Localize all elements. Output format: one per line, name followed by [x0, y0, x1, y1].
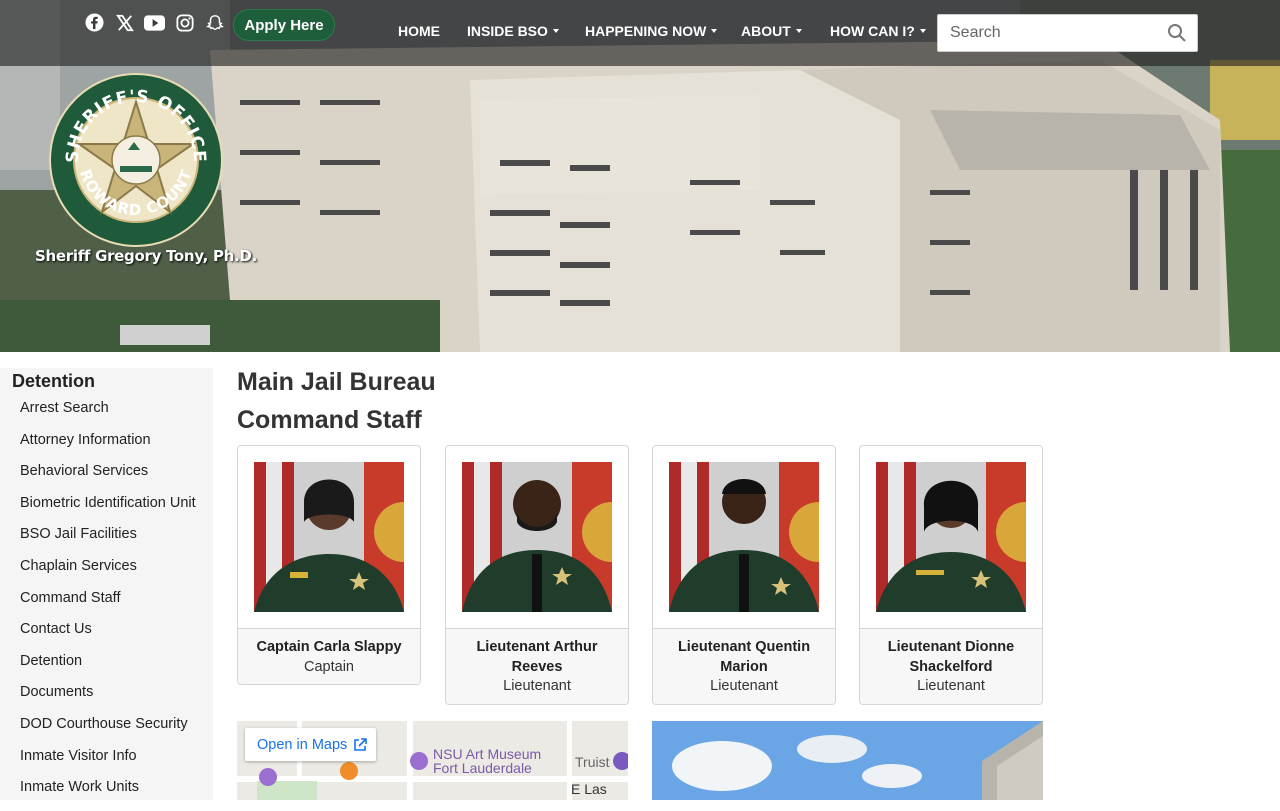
hero-banner: Apply Here HOME INSIDE BSO HAPPENING NOW…: [0, 0, 1280, 352]
staff-caption: Lieutenant Arthur Reeves Lieutenant: [446, 628, 628, 704]
staff-card[interactable]: Lieutenant Quentin Marion Lieutenant: [652, 445, 836, 705]
nav-about[interactable]: ABOUT: [741, 23, 802, 39]
facebook-icon[interactable]: [84, 12, 105, 33]
sidebar-item-bso-jail-facilities[interactable]: BSO Jail Facilities: [20, 526, 196, 558]
x-icon[interactable]: [114, 12, 135, 33]
map-label: Truist: [575, 754, 610, 770]
staff-name: Lieutenant Quentin Marion: [677, 639, 811, 675]
staff-rank: Lieutenant: [917, 678, 985, 694]
sidebar-item-detention[interactable]: Detention: [20, 653, 196, 685]
sheriff-badge-logo[interactable]: SHERIFF'S OFFICE BROWARD COUNTY: [48, 72, 224, 248]
sidebar-item-inmate-work-units[interactable]: Inmate Work Units: [20, 779, 196, 811]
caret-down-icon: [919, 29, 926, 33]
building-photo: [652, 721, 1043, 800]
staff-photo: [669, 462, 819, 612]
staff-card[interactable]: Lieutenant Arthur Reeves Lieutenant: [445, 445, 629, 705]
caret-down-icon: [711, 29, 718, 33]
staff-rank: Captain: [304, 658, 354, 675]
sidebar-item-biometric-identification-unit[interactable]: Biometric Identification Unit: [20, 495, 196, 527]
staff-photo: [462, 462, 612, 612]
sidebar-item-command-staff[interactable]: Command Staff: [20, 590, 196, 622]
caret-down-icon: [552, 29, 559, 33]
sidebar-heading: Detention: [12, 371, 95, 391]
nav-home[interactable]: HOME: [398, 23, 440, 39]
search-box: [937, 14, 1198, 52]
nav-inside-bso[interactable]: INSIDE BSO: [467, 23, 559, 39]
staff-caption: Lieutenant Quentin Marion Lieutenant: [653, 628, 835, 704]
external-link-icon: [354, 737, 368, 751]
map-label: Fort Lauderdale: [433, 760, 532, 776]
open-in-maps-link[interactable]: Open in Maps: [245, 728, 376, 761]
staff-name: Lieutenant Dionne Shackelford: [887, 639, 1015, 675]
map-label: E Las Olas: [571, 781, 607, 800]
search-icon[interactable]: [1167, 23, 1187, 43]
search-input[interactable]: [938, 15, 1158, 51]
nav-happening-now[interactable]: HAPPENING NOW: [585, 23, 718, 39]
sidebar-item-attorney-information[interactable]: Attorney Information: [20, 432, 196, 464]
sheriff-name: Sheriff Gregory Tony, Ph.D.: [35, 247, 257, 265]
staff-card[interactable]: Captain Carla Slappy Captain: [237, 445, 421, 685]
staff-caption: Captain Carla Slappy Captain: [238, 628, 420, 684]
staff-rank: Lieutenant: [503, 678, 571, 694]
snapchat-icon[interactable]: [204, 12, 225, 33]
staff-card[interactable]: Lieutenant Dionne Shackelford Lieutenant: [859, 445, 1043, 705]
staff-rank: Lieutenant: [710, 678, 778, 694]
staff-name: Captain Carla Slappy: [256, 639, 402, 655]
staff-name: Lieutenant Arthur Reeves: [476, 639, 598, 675]
sidebar-item-contact-us[interactable]: Contact Us: [20, 621, 196, 653]
instagram-icon[interactable]: [174, 12, 195, 33]
social-links: [84, 12, 225, 33]
page-title: Main Jail Bureau: [237, 368, 436, 396]
apply-here-button[interactable]: Apply Here: [233, 9, 335, 41]
sidebar: Detention Arrest Search Attorney Informa…: [0, 368, 213, 800]
sidebar-item-dod-courthouse-security[interactable]: DOD Courthouse Security: [20, 716, 196, 748]
section-title: Command Staff: [237, 406, 422, 434]
sidebar-item-behavioral-services[interactable]: Behavioral Services: [20, 463, 196, 495]
sidebar-item-arrest-search[interactable]: Arrest Search: [20, 400, 196, 432]
youtube-icon[interactable]: [144, 12, 165, 33]
staff-photo: [254, 462, 404, 612]
sidebar-item-documents[interactable]: Documents: [20, 684, 196, 716]
staff-photo: [876, 462, 1026, 612]
sidebar-item-inmate-visitor-info[interactable]: Inmate Visitor Info: [20, 748, 196, 780]
nav-how-can-i[interactable]: HOW CAN I?: [830, 23, 926, 39]
sidebar-item-chaplain-services[interactable]: Chaplain Services: [20, 558, 196, 590]
caret-down-icon: [795, 29, 802, 33]
location-map[interactable]: Open in Maps NSU Art Museum Fort Lauderd…: [237, 721, 628, 800]
staff-caption: Lieutenant Dionne Shackelford Lieutenant: [860, 628, 1042, 704]
sidebar-list: Arrest Search Attorney Information Behav…: [20, 400, 196, 811]
